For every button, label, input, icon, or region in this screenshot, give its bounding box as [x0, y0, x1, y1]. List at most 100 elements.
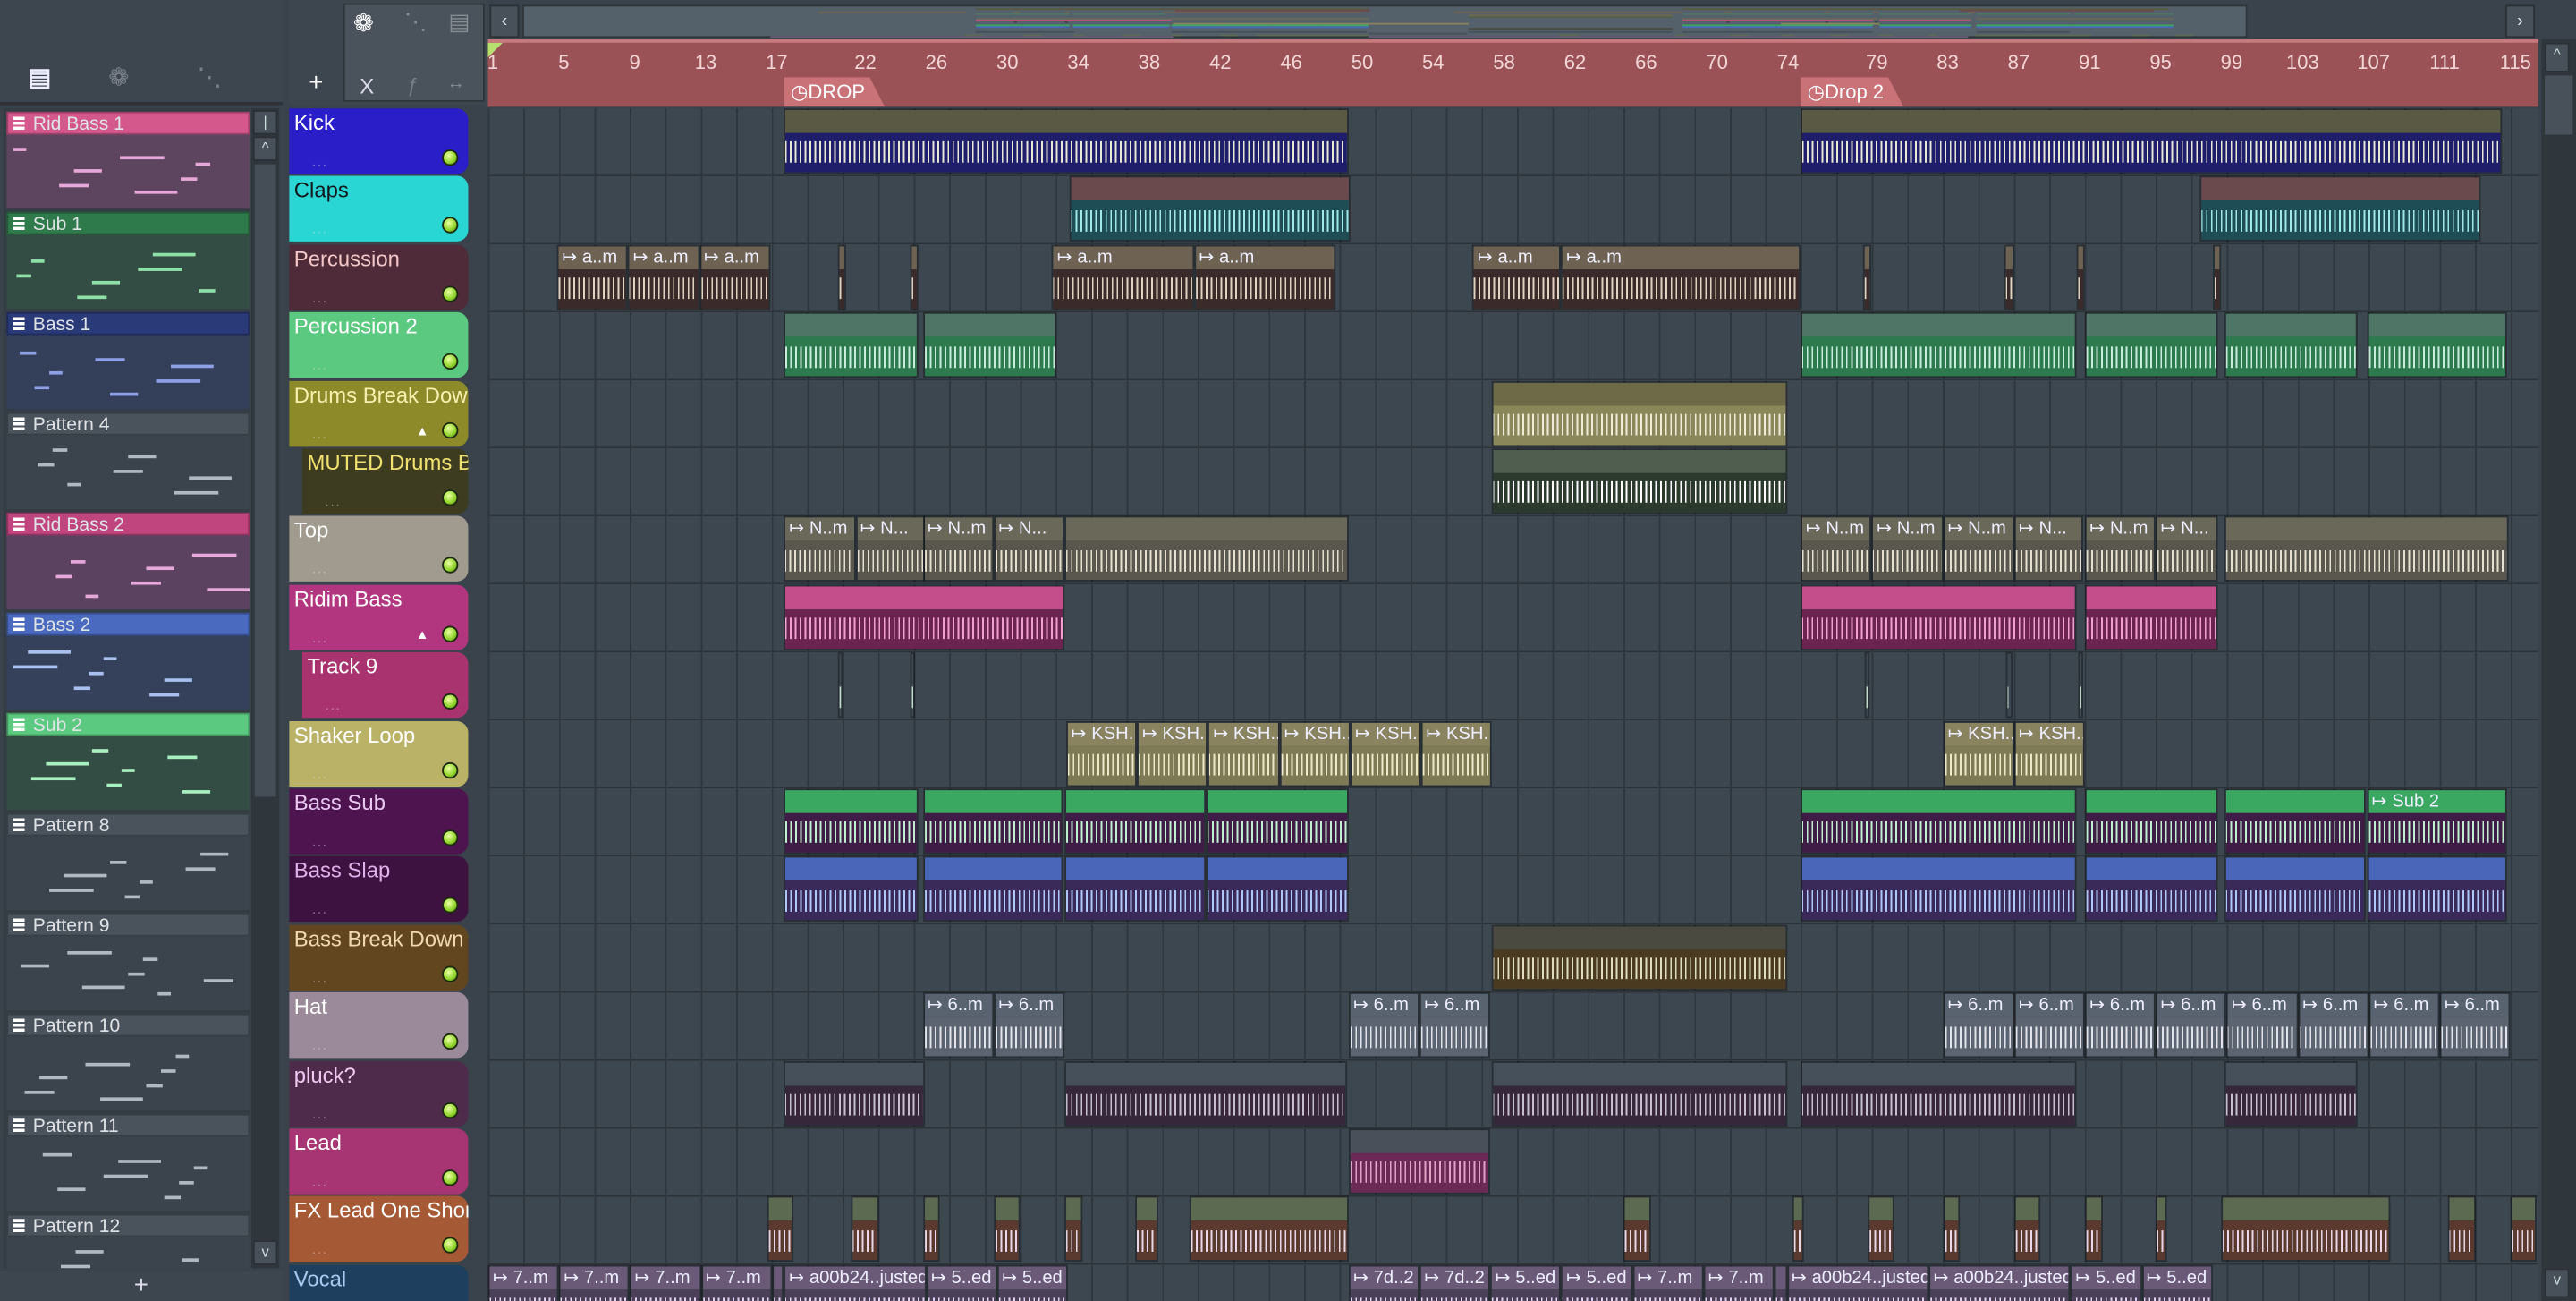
clip[interactable] [2367, 856, 2507, 923]
clip[interactable]: ↦ 6..m [1943, 992, 2014, 1059]
clip[interactable]: ↦ a..m [628, 244, 699, 310]
clip[interactable] [2221, 1196, 2390, 1263]
track-enable-led[interactable] [442, 217, 459, 234]
clip[interactable] [852, 1196, 878, 1263]
bar-number[interactable]: 38 [1139, 51, 1161, 74]
clip[interactable] [1864, 652, 1870, 719]
bar-number[interactable]: 46 [1280, 51, 1302, 74]
clip[interactable] [1623, 1196, 1652, 1263]
scrollbar-thumb[interactable] [2545, 75, 2573, 135]
clip[interactable] [922, 312, 1056, 378]
clip[interactable]: ↦ N..m [922, 516, 994, 582]
clip[interactable] [784, 856, 919, 923]
clip[interactable] [1801, 312, 2076, 378]
scroll-right-button[interactable]: › [2504, 4, 2536, 38]
clip[interactable] [2212, 244, 2222, 310]
clip[interactable] [1774, 1264, 1787, 1301]
track-header[interactable]: Hat... [289, 992, 469, 1059]
clip[interactable]: ↦ KSH.. [1350, 720, 1421, 787]
track-header[interactable]: MUTED Drums Br..... [301, 448, 469, 514]
clip[interactable] [1862, 244, 1872, 310]
pattern-item[interactable]: Pattern 4 [6, 412, 250, 510]
pattern-item[interactable]: Sub 1 [6, 211, 250, 310]
time-marker[interactable]: ◷Drop 2 [1801, 77, 1904, 107]
clip[interactable] [922, 788, 1063, 855]
clip[interactable] [1492, 448, 1787, 514]
track-header[interactable]: Bass Break Down... [289, 924, 469, 991]
clip[interactable] [1064, 516, 1349, 582]
track-enable-led[interactable] [442, 149, 459, 166]
pattern-item[interactable]: Rid Bass 1 [6, 111, 250, 209]
pattern-item[interactable]: Pattern 8 [6, 812, 250, 911]
clip[interactable]: ↦ KSH.. [1208, 720, 1280, 787]
track-enable-led[interactable] [442, 897, 459, 914]
bar-number[interactable]: 30 [996, 51, 1019, 74]
clip[interactable] [1492, 380, 1787, 446]
clip[interactable]: ↦ 6..m [1348, 992, 1419, 1059]
bar-number[interactable]: 74 [1777, 51, 1800, 74]
clip[interactable] [1492, 924, 1787, 991]
pattern-item[interactable]: Bass 2 [6, 612, 250, 710]
clip[interactable] [2077, 652, 2083, 719]
clip[interactable]: ↦ 6..m [1419, 992, 1491, 1059]
clip[interactable] [1868, 1196, 1895, 1263]
clip[interactable] [1135, 1196, 1159, 1263]
bar-number[interactable]: 13 [695, 51, 717, 74]
clip[interactable] [2199, 176, 2481, 242]
bar-number[interactable]: 111 [2429, 51, 2460, 74]
clip[interactable]: ↦ 7..m [558, 1264, 631, 1301]
clip[interactable]: ↦ a..m [1193, 244, 1336, 310]
clip[interactable]: ↦ N... [2013, 516, 2083, 582]
bar-number[interactable]: 54 [1422, 51, 1445, 74]
clip[interactable]: ↦ 7..m [630, 1264, 701, 1301]
function-icon[interactable]: ƒ [408, 74, 419, 98]
clip[interactable]: ↦ a..m [1472, 244, 1562, 310]
audio-clip-icon[interactable]: ❁ [353, 8, 374, 38]
pattern-item[interactable]: Pattern 9 [6, 913, 250, 1011]
clip[interactable] [837, 652, 843, 719]
add-pattern-button[interactable]: + [0, 1271, 283, 1301]
scroll-down-button[interactable]: v [2545, 1268, 2570, 1298]
track-enable-led[interactable] [442, 489, 459, 506]
bar-number[interactable]: 70 [1706, 51, 1728, 74]
clip[interactable] [1348, 1128, 1491, 1195]
scroll-up-button[interactable]: ^ [2545, 42, 2570, 72]
bar-number[interactable]: 22 [854, 51, 877, 74]
clip[interactable] [922, 856, 1063, 923]
bar-number[interactable]: 107 [2357, 51, 2390, 74]
bar-number[interactable]: 83 [1936, 51, 1959, 74]
track-header[interactable]: Top... [289, 516, 469, 582]
clip[interactable]: ↦ 6..m [2084, 992, 2157, 1059]
clip[interactable]: ↦ N... [855, 516, 925, 582]
clip[interactable]: ↦ 6..m [993, 992, 1065, 1059]
clip[interactable] [910, 652, 916, 719]
clip[interactable]: ↦ a..m [699, 244, 770, 310]
bar-number[interactable]: 50 [1352, 51, 1374, 74]
clip[interactable] [784, 788, 919, 855]
track-enable-led[interactable] [442, 965, 459, 982]
track-header[interactable]: Lead... [289, 1128, 469, 1195]
close-icon[interactable]: X [360, 74, 374, 99]
track-enable-led[interactable] [442, 625, 459, 642]
clip[interactable] [1801, 856, 2076, 923]
clip[interactable]: ↦ 7d..2 [1348, 1264, 1419, 1301]
clip[interactable] [784, 1060, 925, 1127]
bar-number[interactable]: 87 [2008, 51, 2030, 74]
bar-number[interactable]: 9 [630, 51, 640, 74]
add-track-button[interactable]: + [309, 69, 323, 97]
collapse-arrow-icon[interactable]: ▲ [416, 423, 429, 438]
clip[interactable]: ↦ a00b24..justed [1928, 1264, 2071, 1301]
clip[interactable]: ↦ 7..m [487, 1264, 559, 1301]
clip[interactable] [2084, 584, 2218, 650]
bar-number[interactable]: 62 [1564, 51, 1587, 74]
bar-number[interactable]: 58 [1493, 51, 1515, 74]
clip[interactable] [1206, 788, 1349, 855]
clip[interactable] [1189, 1196, 1349, 1263]
track-enable-led[interactable] [442, 1033, 459, 1050]
clip[interactable]: ↦ a00b24..justed [784, 1264, 927, 1301]
clip[interactable] [784, 108, 1349, 174]
automation-icon[interactable]: ⋱ [197, 63, 222, 92]
clip[interactable] [1943, 1196, 1961, 1263]
scroll-left-button[interactable]: ‹ [489, 4, 520, 38]
scroll-handle-icon[interactable]: | [252, 110, 278, 135]
